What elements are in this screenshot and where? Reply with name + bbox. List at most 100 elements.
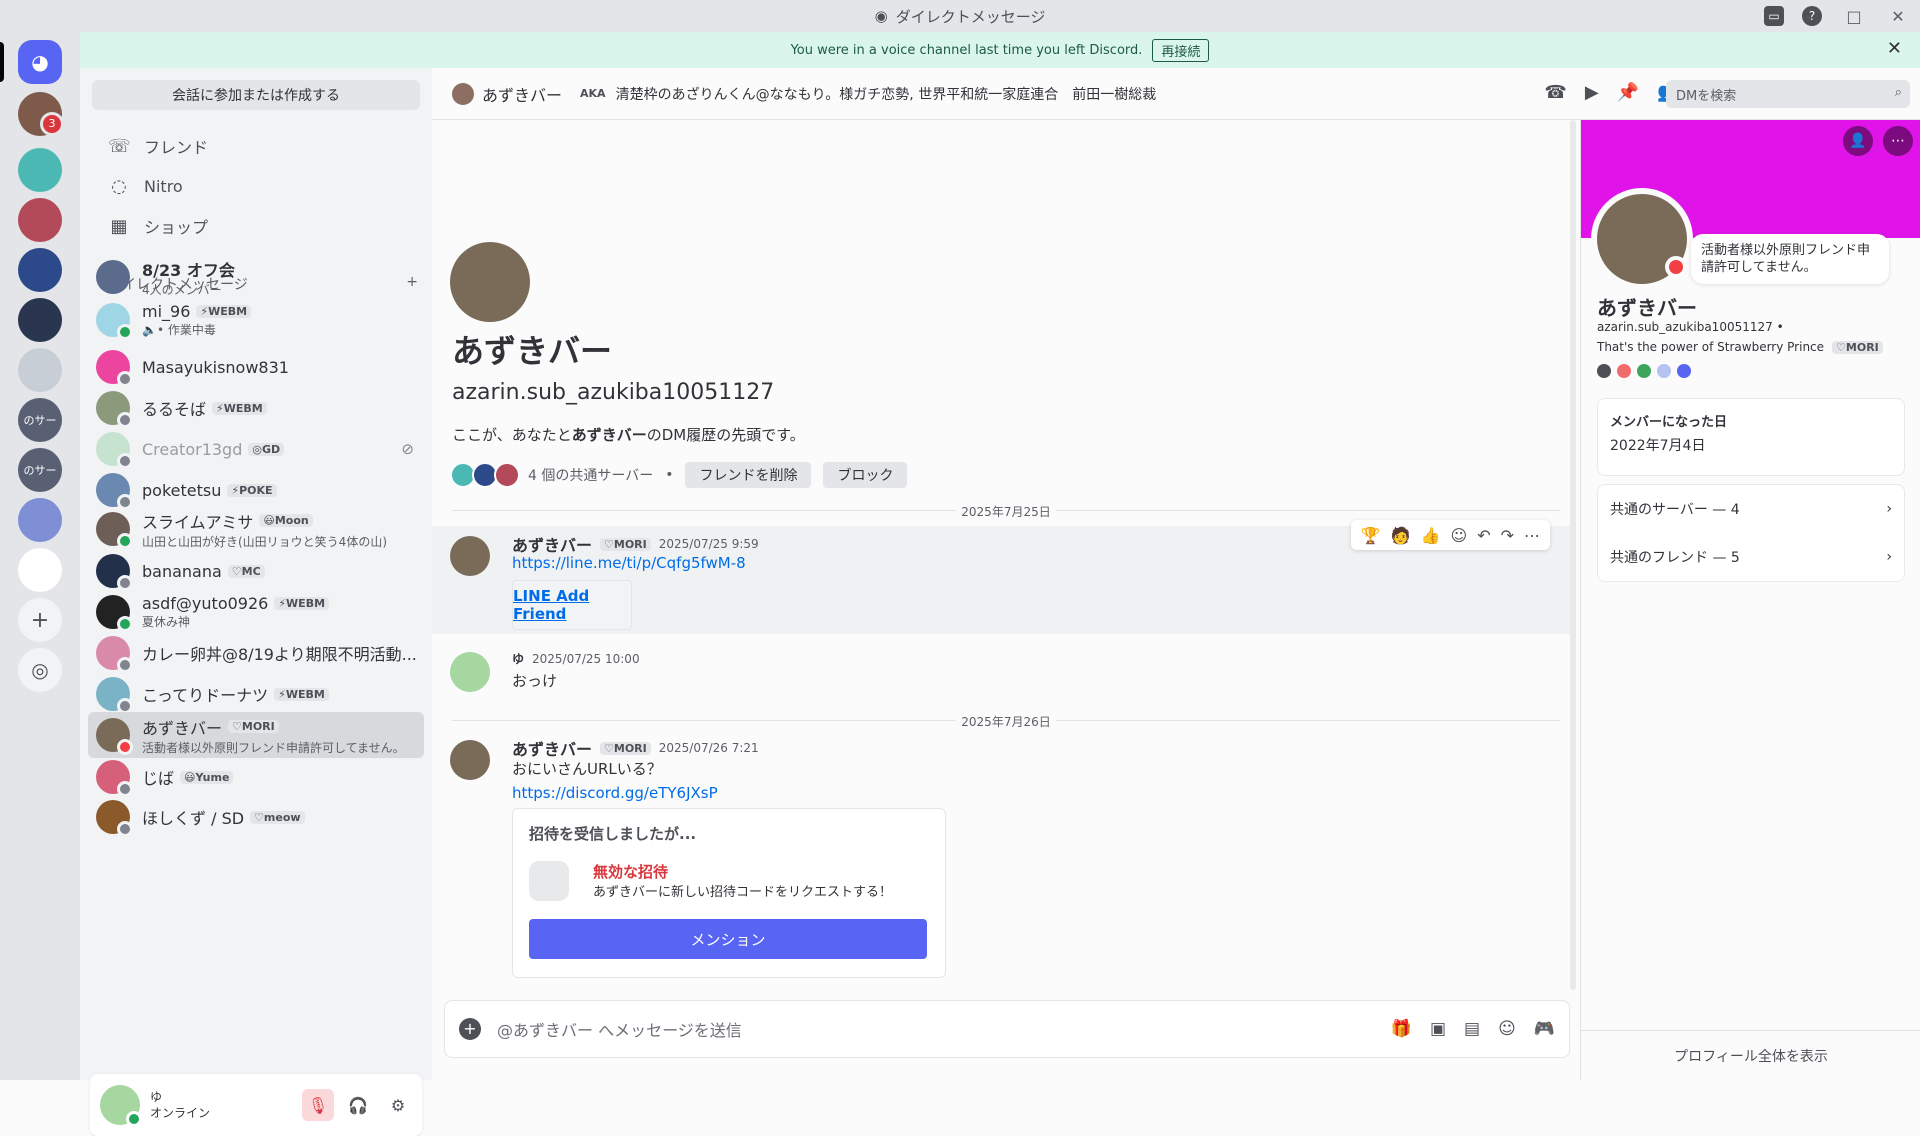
self-avatar[interactable] xyxy=(100,1085,142,1127)
badge-icon[interactable] xyxy=(1617,364,1631,378)
clan-tag[interactable]: ♡MORI xyxy=(600,741,651,755)
add-reaction-icon[interactable]: ☺ xyxy=(1451,526,1468,545)
recipient-avatar[interactable] xyxy=(452,82,474,105)
message-item[interactable]: ゆ 2025/07/25 10:00 おっけ xyxy=(432,646,1572,712)
dm-list-item[interactable]: Creator13gd ◎GD ⊘ xyxy=(88,426,424,472)
server-icon[interactable] xyxy=(18,498,62,542)
server-icon[interactable]: のサー xyxy=(18,398,62,442)
profile-more-icon[interactable]: ⋯ xyxy=(1883,126,1913,156)
server-icon[interactable] xyxy=(18,248,62,292)
close-banner-icon[interactable]: ✕ xyxy=(1887,38,1902,59)
dm-list-item[interactable]: あずきバー ♡MORI 活動者様以外原則フレンド申請許可してません。 xyxy=(88,712,424,758)
activities-icon[interactable]: 🎮 xyxy=(1534,1019,1555,1039)
reaction-emoji-icon[interactable]: 🧑 xyxy=(1391,526,1411,545)
embed-link[interactable]: LINE Add Friend xyxy=(512,580,632,630)
nav-nitro[interactable]: ◌ Nitro xyxy=(92,166,420,206)
dm-list-item[interactable]: asdf@yuto0926 ⚡WEBM 夏休み神 xyxy=(88,589,424,635)
reaction-emoji-icon[interactable]: 🏆 xyxy=(1361,526,1381,545)
add-server-button[interactable]: + xyxy=(18,598,62,642)
mute-mic-button[interactable]: 🎙 xyxy=(302,1089,334,1121)
forward-icon[interactable]: ↷ xyxy=(1501,526,1514,545)
reconnect-button[interactable]: 再接続 xyxy=(1152,38,1210,62)
profile-avatar[interactable] xyxy=(1591,188,1693,290)
mutual-servers-count[interactable]: 4 個の共通サーバー xyxy=(528,465,653,485)
message-list: あずきバー azarin.sub_azukiba10051127 ここが、あなた… xyxy=(432,120,1580,1000)
pinned-messages-icon[interactable]: 📌 xyxy=(1617,82,1639,103)
badge-icon[interactable] xyxy=(1637,364,1651,378)
message-avatar[interactable] xyxy=(450,652,490,692)
message-author[interactable]: ゆ xyxy=(512,650,524,667)
dm-list-item[interactable]: スライムアミサ 😃Moon 山田と山田が好き(山田リョウと笑う4体の山) xyxy=(88,506,424,552)
dm-search-input[interactable]: DMを検索 ⌕ xyxy=(1666,80,1910,108)
badge-icon[interactable] xyxy=(1597,364,1611,378)
block-button[interactable]: ブロック xyxy=(823,462,908,488)
find-conversation-button[interactable]: 会話に参加または作成する xyxy=(92,80,420,110)
dm-list-item[interactable]: 8/23 オフ会 4人のメンバー xyxy=(88,254,424,300)
dm-list-item[interactable]: ほしくず / SD ♡meow xyxy=(88,794,424,840)
message-avatar[interactable] xyxy=(450,740,490,780)
home-button[interactable]: ◕ xyxy=(18,40,62,84)
user-settings-button[interactable]: ⚙ xyxy=(382,1089,414,1121)
more-options-icon[interactable]: ⋯ xyxy=(1524,526,1540,545)
dm-list-item[interactable]: mi_96 ⚡WEBM 🔈• 作業中毒 xyxy=(88,297,424,343)
message-item[interactable]: あずきバー ♡MORI 2025/07/25 9:59 https://line… xyxy=(432,520,1572,634)
nav-friends[interactable]: ☏ フレンド xyxy=(92,126,420,166)
server-icon[interactable]: のサー xyxy=(18,448,62,492)
message-link[interactable]: https://line.me/ti/p/Cqfg5fwM-8 xyxy=(512,554,746,572)
dm-list-item[interactable]: カレー卵丼@8/19より期限不明活動... xyxy=(88,630,424,676)
discover-button[interactable]: ◎ xyxy=(18,648,62,692)
self-status: オンライン xyxy=(150,1106,211,1120)
maximize-icon[interactable]: □ xyxy=(1832,7,1876,26)
dm-list-item[interactable]: るるそば ⚡WEBM xyxy=(88,385,424,431)
gift-icon[interactable]: 🎁 xyxy=(1391,1019,1412,1039)
thumbs-up-icon[interactable]: 👍 xyxy=(1421,526,1441,545)
mutual-friends-row[interactable]: 共通のフレンド — 5 › xyxy=(1610,537,1892,577)
dm-name: mi_96 ⚡WEBM xyxy=(142,302,252,321)
sticker-icon[interactable]: ▤ xyxy=(1464,1019,1480,1039)
discord-logo-icon: ◉ xyxy=(874,7,888,25)
upload-plus-icon[interactable]: + xyxy=(459,1018,481,1040)
gif-icon[interactable]: ▣ xyxy=(1430,1019,1446,1039)
profile-username[interactable]: azarin.sub_azukiba10051127 • xyxy=(1597,320,1784,334)
message-link[interactable]: https://discord.gg/eTY6JXsP xyxy=(512,784,718,802)
view-full-profile-button[interactable]: プロフィール全体を表示 xyxy=(1581,1030,1920,1081)
inbox-icon[interactable]: ▭ xyxy=(1764,6,1784,26)
chat-scrollbar[interactable] xyxy=(1570,120,1576,990)
server-icon[interactable] xyxy=(18,148,62,192)
message-avatar[interactable] xyxy=(450,536,490,576)
message-author[interactable]: あずきバー xyxy=(512,736,592,760)
message-item[interactable]: あずきバー ♡MORI 2025/07/26 7:21 おにいさんURLいる？ … xyxy=(432,734,1572,1004)
add-friend-icon[interactable]: 👤 xyxy=(1843,126,1873,156)
remove-friend-button[interactable]: フレンドを削除 xyxy=(685,462,812,488)
badge-icon[interactable] xyxy=(1677,364,1691,378)
badge-icon[interactable] xyxy=(1657,364,1671,378)
message-author[interactable]: あずきバー xyxy=(512,532,592,556)
minimize-icon[interactable]: – xyxy=(1788,7,1832,26)
server-icon[interactable] xyxy=(18,198,62,242)
server-list: ◕ 3 のサー のサー + ◎ xyxy=(0,32,80,1080)
nav-shop[interactable]: ▦ ショップ xyxy=(92,206,420,246)
emoji-icon[interactable]: ☺ xyxy=(1498,1019,1516,1039)
dm-avatar xyxy=(96,432,133,469)
reply-icon[interactable]: ↶ xyxy=(1477,526,1490,545)
deafen-button[interactable]: 🎧 xyxy=(342,1089,374,1121)
dm-list-item[interactable]: bananana ♡MC xyxy=(88,548,424,594)
video-call-icon[interactable]: ▶ xyxy=(1585,82,1599,103)
server-icon[interactable] xyxy=(18,298,62,342)
hidden-eye-icon[interactable]: ⊘ xyxy=(401,440,414,458)
server-icon[interactable] xyxy=(18,348,62,392)
dm-name: poketetsu ⚡POKE xyxy=(142,481,277,500)
mutual-servers-row[interactable]: 共通のサーバー — 4 › xyxy=(1610,489,1892,529)
mutual-server-icons[interactable] xyxy=(450,462,520,488)
mention-button[interactable]: メンション xyxy=(529,919,927,959)
clan-tag[interactable]: ♡MORI xyxy=(1832,340,1883,354)
dm-name: 8/23 オフ会 xyxy=(142,260,235,280)
message-input[interactable]: @あずきバー へメッセージを送信 xyxy=(497,1017,742,1041)
dm-list-item[interactable]: Masayukisnow831 xyxy=(88,344,424,390)
clan-tag[interactable]: ♡MORI xyxy=(600,537,651,551)
dm-list-item[interactable]: こってりドーナツ ⚡WEBM xyxy=(88,671,424,717)
voice-call-icon[interactable]: ☎ xyxy=(1544,82,1566,103)
recipient-name[interactable]: あずきバー xyxy=(482,82,562,106)
close-window-icon[interactable]: ✕ xyxy=(1876,7,1920,26)
server-icon[interactable] xyxy=(18,548,62,592)
